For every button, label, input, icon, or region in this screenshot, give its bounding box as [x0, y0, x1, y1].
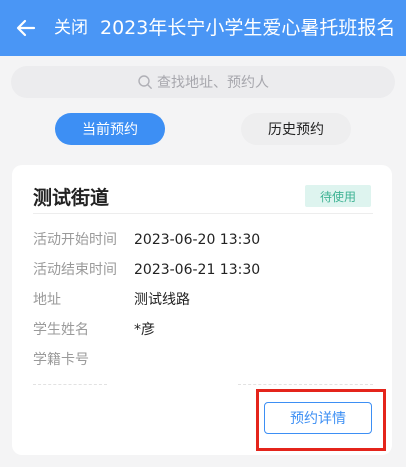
search-icon	[138, 75, 152, 89]
search-input[interactable]: 查找地址、预约人	[11, 66, 395, 98]
arrow-left-icon[interactable]	[14, 16, 38, 40]
status-badge: 待使用	[305, 185, 371, 207]
divider	[33, 213, 373, 214]
field-value: 2023-06-21 13:30	[134, 262, 261, 278]
field-value: 2023-06-20 13:30	[134, 232, 261, 248]
field-value: *彦	[134, 322, 155, 338]
field-label: 地址	[33, 292, 61, 308]
tab-current-reservations[interactable]: 当前预约	[55, 113, 165, 145]
tab-history-reservations[interactable]: 历史预约	[241, 113, 351, 145]
field-label: 学籍卡号	[33, 352, 89, 368]
field-label: 活动结束时间	[33, 262, 117, 278]
highlight-box	[256, 389, 386, 451]
dashed-divider	[33, 384, 107, 385]
search-placeholder: 查找地址、预约人	[157, 75, 269, 91]
field-value: 测试线路	[134, 292, 190, 308]
page-title: 2023年长宁小学生爱心暑托班报名	[100, 17, 396, 39]
close-button[interactable]: 关闭	[54, 16, 88, 40]
dashed-divider	[238, 384, 373, 385]
app-header: 关闭 2023年长宁小学生爱心暑托班报名	[0, 0, 406, 56]
field-label: 学生姓名	[33, 322, 89, 338]
card-title: 测试街道	[33, 187, 110, 209]
field-label: 活动开始时间	[33, 232, 117, 248]
